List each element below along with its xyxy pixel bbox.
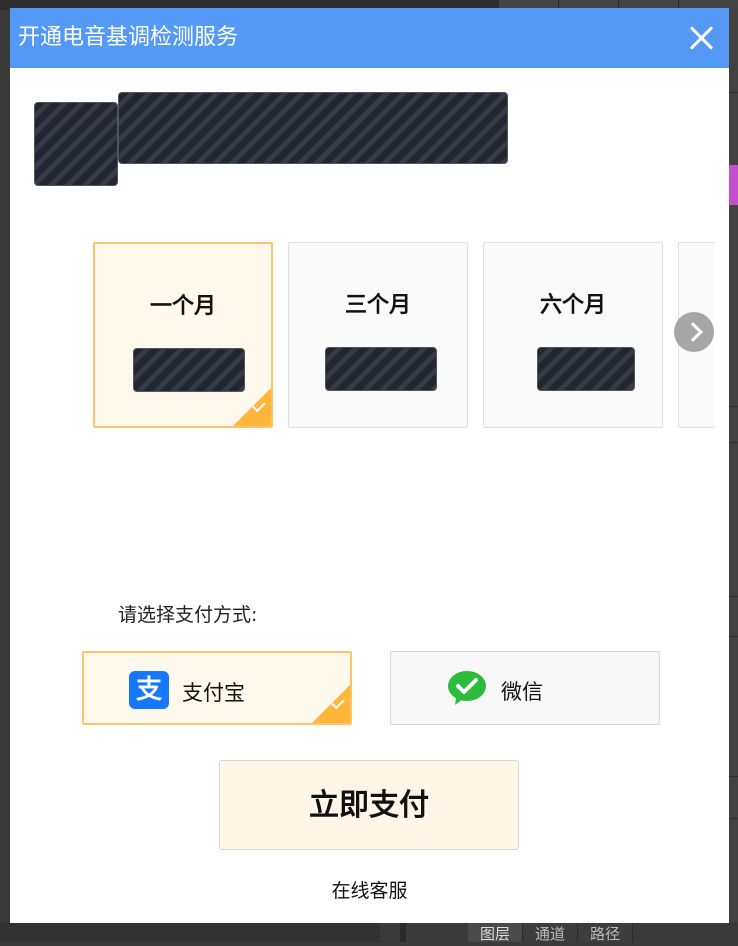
host-app-right-panel	[728, 10, 738, 942]
plan-card-six-months[interactable]: 六个月	[483, 242, 663, 428]
panel-divider	[728, 776, 738, 777]
dialog-title: 开通电音基调检测服务	[18, 24, 238, 52]
subscription-dialog: 开通电音基调检测服务 一个月 三个月 六个月 请选择支付方式: 支 支付宝	[10, 8, 729, 923]
user-info-redacted	[118, 92, 508, 164]
payment-method-label: 请选择支付方式:	[118, 600, 257, 627]
plan-name: 六个月	[484, 287, 662, 319]
panel-divider	[728, 596, 738, 597]
payment-option-label: 支付宝	[182, 677, 245, 707]
dialog-titlebar: 开通电音基调检测服务	[10, 8, 729, 68]
selected-check-icon	[312, 685, 350, 723]
alipay-icon: 支	[129, 671, 169, 709]
close-icon[interactable]	[683, 20, 719, 56]
panel-divider	[728, 92, 738, 93]
online-support-link[interactable]: 在线客服	[10, 876, 729, 903]
panel-divider	[728, 636, 738, 637]
payment-option-alipay[interactable]: 支 支付宝	[82, 651, 352, 725]
panel-divider	[728, 406, 738, 407]
pay-now-button[interactable]: 立即支付	[219, 760, 519, 850]
host-app-bottom-left	[0, 922, 380, 942]
plan-name: 一个月	[95, 288, 271, 320]
tab-paths[interactable]: 路径	[578, 922, 633, 942]
tab-layers[interactable]: 图层	[468, 922, 523, 942]
panel-divider	[728, 818, 738, 819]
host-app-bottom-separator	[400, 922, 406, 942]
tab-channels[interactable]: 通道	[523, 922, 578, 942]
selected-check-icon	[233, 388, 271, 426]
wechat-icon	[447, 670, 487, 706]
plan-price-redacted	[325, 347, 437, 391]
panel-divider	[728, 442, 738, 443]
plan-card-one-month[interactable]: 一个月	[93, 242, 273, 428]
host-app-bottom-tabs: 图层 通道 路径	[468, 922, 633, 942]
user-avatar	[34, 102, 118, 186]
host-app-accent-swatch	[729, 165, 738, 205]
plan-price-redacted	[537, 347, 635, 391]
plan-carousel: 一个月 三个月 六个月	[93, 242, 714, 430]
payment-option-wechat[interactable]: 微信	[390, 651, 660, 725]
plan-name: 三个月	[289, 287, 467, 319]
chevron-right-icon[interactable]	[674, 312, 714, 352]
payment-option-label: 微信	[501, 676, 543, 706]
plan-card-three-months[interactable]: 三个月	[288, 242, 468, 428]
plan-price-redacted	[133, 348, 245, 392]
